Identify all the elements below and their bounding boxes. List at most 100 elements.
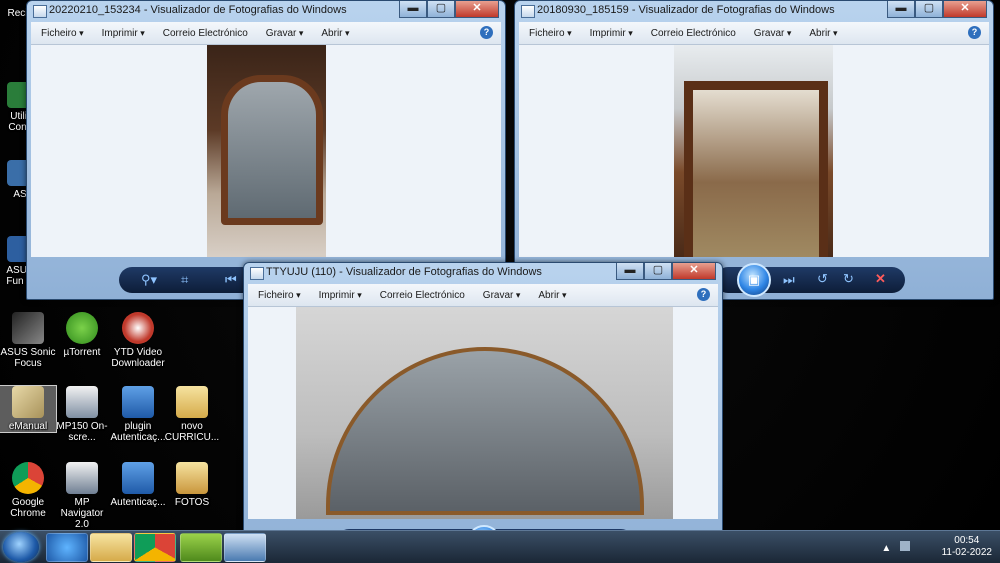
menu-gravar[interactable]: Gravar	[483, 290, 521, 301]
clock[interactable]: 00:54 11-02-2022	[942, 535, 992, 559]
close-button[interactable]: ✕	[455, 1, 499, 18]
taskbar-chrome-icon[interactable]	[134, 533, 176, 562]
desktop-icon-asus-sonic-focus[interactable]: ASUS Sonic Focus	[0, 312, 56, 369]
ytd-icon	[122, 312, 154, 344]
taskbar: ▲ 00:54 11-02-2022	[0, 530, 1000, 563]
utorrent-icon	[66, 312, 98, 344]
menu-ficheiro[interactable]: Ficheiro	[529, 28, 572, 39]
image-viewer	[519, 45, 989, 257]
sonic-focus-icon	[12, 312, 44, 344]
maximize-button[interactable]: ▢	[915, 1, 943, 18]
photo-viewer-window[interactable]: 20220210_153234 - Visualizador de Fotogr…	[26, 0, 506, 300]
rotate-cw-icon[interactable]: ↻	[843, 272, 854, 286]
semicircle-mirror	[326, 347, 644, 515]
title-bar[interactable]: 20180930_185159 - Visualizador de Fotogr…	[515, 1, 993, 21]
mirror-frame	[684, 81, 828, 257]
desktop-icon-mp-navigator[interactable]: MP Navigator 2.0	[54, 462, 110, 530]
chrome-icon	[12, 462, 44, 494]
menu-gravar[interactable]: Gravar	[266, 28, 304, 39]
fit-window-icon[interactable]: ⌗	[181, 273, 188, 287]
desktop-icon-label: MP Navigator 2.0	[60, 497, 104, 530]
help-icon[interactable]: ?	[480, 26, 493, 39]
mirror-photo	[674, 45, 833, 257]
desktop-icon-label: ASUS Sonic Focus	[0, 347, 56, 369]
desktop-icon-mp150[interactable]: MP150 On-scre...	[54, 386, 110, 443]
clock-time: 00:54	[954, 535, 980, 546]
menu-imprimir[interactable]: Imprimir	[590, 28, 633, 39]
printer-icon	[66, 386, 98, 418]
network-icon[interactable]	[900, 541, 910, 551]
taskbar-explorer-icon[interactable]	[90, 533, 132, 562]
mirror-photo	[296, 307, 673, 519]
menu-ficheiro[interactable]: Ficheiro	[41, 28, 84, 39]
desktop-icon-emanual[interactable]: eManual	[0, 385, 57, 433]
menu-bar: Ficheiro Imprimir Correio Electrónico Gr…	[31, 22, 501, 45]
desktop-icon-label: novo CURRICU...	[164, 421, 220, 443]
desktop-icon-label: YTD Video Downloader	[111, 347, 165, 369]
desktop-icon-chrome[interactable]: Google Chrome	[0, 462, 56, 519]
start-button[interactable]	[3, 532, 39, 562]
photo-viewer-window[interactable]: 20180930_185159 - Visualizador de Fotogr…	[514, 0, 994, 300]
desktop-icon-label: FOTOS	[174, 497, 210, 508]
plugin-icon	[122, 462, 154, 494]
show-hidden-icons[interactable]: ▲	[881, 543, 891, 554]
previous-icon[interactable]: ⏮	[225, 273, 237, 287]
taskbar-ie-icon[interactable]	[46, 533, 88, 562]
image-viewer	[248, 307, 718, 519]
menu-imprimir[interactable]: Imprimir	[102, 28, 145, 39]
menu-imprimir[interactable]: Imprimir	[319, 290, 362, 301]
minimize-button[interactable]: ▬	[616, 263, 644, 280]
title-bar[interactable]: 20220210_153234 - Visualizador de Fotogr…	[27, 1, 505, 21]
desktop-icon-label: µTorrent	[63, 347, 101, 358]
window-title: 20220210_153234 - Visualizador de Fotogr…	[49, 4, 347, 16]
next-icon[interactable]: ⏭	[783, 273, 795, 287]
help-icon[interactable]: ?	[968, 26, 981, 39]
minimize-button[interactable]: ▬	[887, 1, 915, 18]
window-title: TTYUJU (110) - Visualizador de Fotografi…	[266, 266, 542, 278]
help-icon[interactable]: ?	[697, 288, 710, 301]
folder-icon	[176, 462, 208, 494]
plugin-icon	[122, 386, 154, 418]
maximize-button[interactable]: ▢	[644, 263, 672, 280]
scanner-icon	[66, 462, 98, 494]
mirror-frame	[221, 75, 323, 225]
menu-correio[interactable]: Correio Electrónico	[651, 28, 736, 39]
photo-viewer-window[interactable]: TTYUJU (110) - Visualizador de Fotografi…	[243, 262, 723, 560]
close-button[interactable]: ✕	[672, 263, 716, 280]
slideshow-button[interactable]: ▣	[737, 263, 771, 297]
desktop-icon-label: Autenticaç...	[110, 497, 166, 508]
menu-bar: Ficheiro Imprimir Correio Electrónico Gr…	[519, 22, 989, 45]
desktop-icon-plugin[interactable]: plugin Autenticaç...	[110, 386, 166, 443]
menu-abrir[interactable]: Abrir	[538, 290, 566, 301]
minimize-button[interactable]: ▬	[399, 1, 427, 18]
desktop-icon-autenticacao[interactable]: Autenticaç...	[110, 462, 166, 508]
taskbar-nvidia-icon[interactable]	[180, 533, 222, 562]
desktop-icon-label: plugin Autenticaç...	[110, 421, 166, 443]
menu-bar: Ficheiro Imprimir Correio Electrónico Gr…	[248, 284, 718, 307]
photo-viewer-icon	[521, 5, 535, 18]
menu-ficheiro[interactable]: Ficheiro	[258, 290, 301, 301]
delete-icon[interactable]: ✕	[875, 272, 886, 286]
desktop-icon-label: Google Chrome	[10, 497, 46, 519]
desktop-icon-ytd[interactable]: YTD Video Downloader	[110, 312, 166, 369]
clock-date: 11-02-2022	[941, 547, 992, 558]
close-button[interactable]: ✕	[943, 1, 987, 18]
taskbar-photo-viewer-icon[interactable]	[224, 533, 266, 562]
maximize-button[interactable]: ▢	[427, 1, 455, 18]
image-viewer	[31, 45, 501, 257]
emanual-icon	[12, 386, 44, 418]
menu-correio[interactable]: Correio Electrónico	[163, 28, 248, 39]
system-tray: ▲	[881, 541, 910, 555]
desktop-icon-label: MP150 On-scre...	[56, 421, 108, 443]
menu-gravar[interactable]: Gravar	[754, 28, 792, 39]
rotate-ccw-icon[interactable]: ↺	[817, 272, 828, 286]
zoom-icon[interactable]: ⚲▾	[141, 273, 157, 287]
menu-abrir[interactable]: Abrir	[809, 28, 837, 39]
menu-abrir[interactable]: Abrir	[321, 28, 349, 39]
menu-correio[interactable]: Correio Electrónico	[380, 290, 465, 301]
desktop-icon-fotos[interactable]: FOTOS	[164, 462, 220, 508]
desktop-icon-label: eManual	[8, 421, 48, 432]
desktop-icon-novo[interactable]: novo CURRICU...	[164, 386, 220, 443]
desktop-icon-utorrent[interactable]: µTorrent	[54, 312, 110, 358]
title-bar[interactable]: TTYUJU (110) - Visualizador de Fotografi…	[244, 263, 722, 283]
